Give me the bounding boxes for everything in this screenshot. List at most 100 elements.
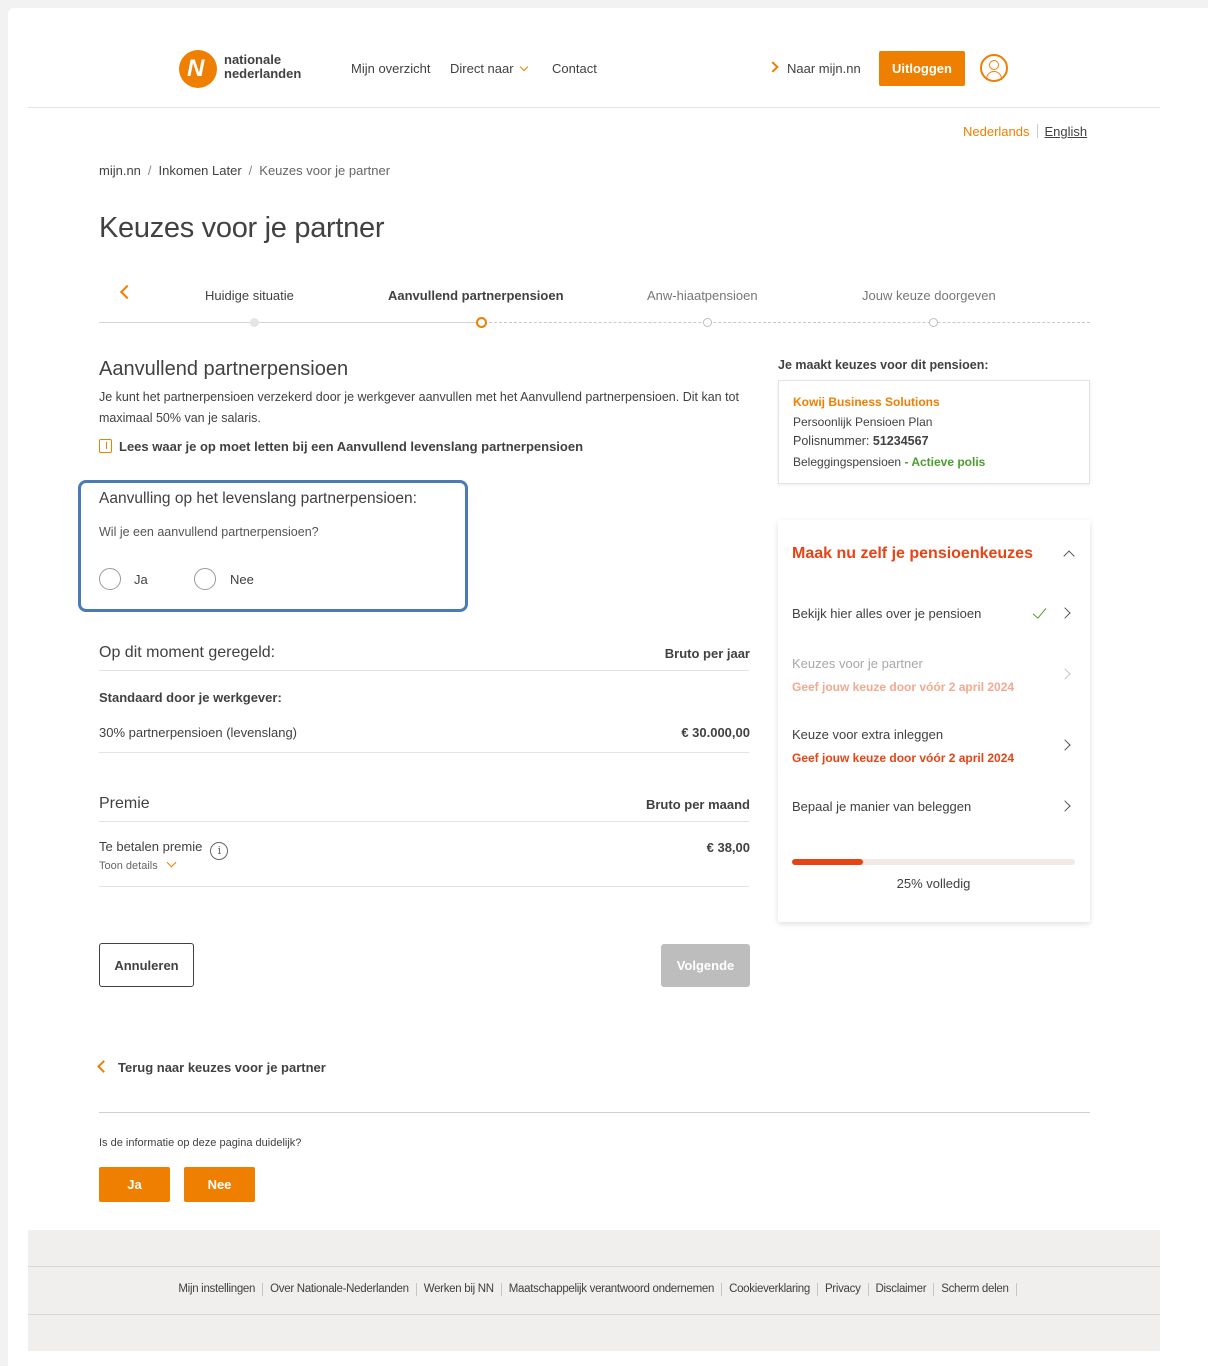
- toon-details-toggle[interactable]: Toon details: [99, 857, 177, 872]
- logo-text[interactable]: nationale nederlanden: [224, 53, 301, 81]
- info-icon[interactable]: i: [210, 842, 229, 860]
- doc-link[interactable]: Lees waar je op moet letten bij een Aanv…: [99, 439, 583, 454]
- premium-row-value: € 38,00: [706, 840, 750, 855]
- footer-link[interactable]: Maatschappelijk verantwoord ondernemen: [502, 1283, 723, 1296]
- question-subtitle: Wil je een aanvullend partnerpensioen?: [99, 525, 319, 539]
- feedback-no-button[interactable]: Nee: [184, 1167, 255, 1202]
- task-manier-beleggen[interactable]: Bepaal je manier van beleggen: [792, 799, 971, 814]
- page-title: Keuzes voor je partner: [99, 212, 385, 244]
- step-dot-next: [703, 318, 712, 327]
- divider: [99, 821, 749, 822]
- policy-number-label: Polisnummer:: [793, 434, 870, 448]
- task-keuzes-partner[interactable]: Keuzes voor je partner: [792, 656, 923, 671]
- footer-link[interactable]: Disclaimer: [869, 1283, 935, 1296]
- feedback-yes-button[interactable]: Ja: [99, 1167, 170, 1202]
- current-column-header: Bruto per jaar: [664, 646, 750, 661]
- premium-column-header: Bruto per maand: [645, 797, 750, 812]
- intro-text: Je kunt het partnerpensioen verzekerd do…: [99, 390, 739, 425]
- divider: [99, 752, 749, 753]
- footer-link[interactable]: Privacy: [818, 1283, 869, 1296]
- progress-bar-fill: [792, 859, 863, 865]
- footer-link[interactable]: Mijn instellingen: [171, 1283, 264, 1296]
- lang-english[interactable]: English: [1045, 124, 1088, 139]
- divider: [99, 670, 749, 671]
- logout-button[interactable]: Uitloggen: [879, 51, 965, 86]
- chevron-left-icon: [97, 1060, 110, 1073]
- step-aanvullend-partnerpensioen: Aanvullend partnerpensioen: [388, 288, 564, 303]
- cancel-button[interactable]: Annuleren: [99, 943, 194, 987]
- nav-direct-naar-label: Direct naar: [450, 61, 514, 76]
- step-dot-current: [476, 317, 487, 328]
- radio-ja-label[interactable]: Ja: [134, 572, 148, 587]
- task-bekijk-pensioen[interactable]: Bekijk hier alles over je pensioen: [792, 606, 981, 621]
- language-switch: Nederlands English: [963, 124, 1087, 139]
- task-keuzes-partner-due: Geef jouw keuze door vóór 2 april 2024: [792, 680, 1015, 694]
- policy-number-row: Polisnummer: 51234567: [793, 434, 929, 448]
- link-naar-mijn-nn[interactable]: Naar mijn.nn: [767, 61, 861, 76]
- step-anw-hiaatpensioen: Anw-hiaatpensioen: [647, 288, 758, 303]
- radio-nee[interactable]: [194, 568, 216, 590]
- feedback-question: Is de informatie op deze pagina duidelij…: [99, 1137, 302, 1149]
- policy-card: Kowij Business Solutions Persoonlijk Pen…: [778, 380, 1090, 484]
- doc-link-label: Lees waar je op moet letten bij een Aanv…: [119, 439, 584, 454]
- lang-nederlands[interactable]: Nederlands: [963, 124, 1030, 139]
- premium-title: Premie: [99, 795, 150, 812]
- divider: [99, 886, 749, 887]
- page: N nationale nederlanden Mijn overzicht D…: [28, 8, 1160, 1366]
- policy-number: 51234567: [872, 434, 929, 448]
- current-subtitle: Standaard door je werkgever:: [99, 690, 282, 705]
- nn-logo-icon[interactable]: N: [179, 50, 217, 88]
- current-title: Op dit moment geregeld:: [99, 644, 276, 661]
- divider: [99, 1112, 1090, 1113]
- stepper-progress-line: [99, 322, 482, 323]
- nav-mijn-overzicht[interactable]: Mijn overzicht: [351, 61, 430, 76]
- footer-link[interactable]: Scherm delen: [934, 1283, 1017, 1296]
- radio-ja[interactable]: [99, 568, 121, 590]
- breadcrumb-inkomen-later[interactable]: Inkomen Later: [159, 163, 242, 178]
- link-naar-mijn-nn-label: Naar mijn.nn: [787, 61, 861, 76]
- footer-link[interactable]: Cookieverklaring: [722, 1283, 818, 1296]
- browser-frame: N nationale nederlanden Mijn overzicht D…: [8, 8, 1208, 1366]
- footer-links: Mijn instellingen Over Nationale-Nederlan…: [28, 1283, 1160, 1296]
- logo-line-1: nationale: [224, 52, 282, 67]
- task-extra-inleggen-due: Geef jouw keuze door vóór 2 april 2024: [792, 751, 1015, 765]
- next-button[interactable]: Volgende: [661, 944, 750, 987]
- footer-link[interactable]: Werken bij NN: [417, 1283, 502, 1296]
- lang-divider: [1036, 124, 1038, 138]
- user-avatar-icon[interactable]: [980, 54, 1008, 82]
- step-dot-done: [250, 318, 259, 327]
- radio-nee-label[interactable]: Nee: [230, 572, 254, 587]
- chevron-right-icon: [767, 61, 779, 73]
- breadcrumb-separator: /: [248, 163, 253, 178]
- policy-company: Kowij Business Solutions: [793, 395, 940, 409]
- policy-type: Beleggingspensioen: [793, 455, 902, 469]
- document-icon: [99, 439, 112, 453]
- policy-plan: Persoonlijk Pensioen Plan: [793, 415, 933, 429]
- breadcrumb-current: Keuzes voor je partner: [259, 163, 391, 178]
- nav-contact[interactable]: Contact: [552, 61, 597, 76]
- current-row-value: € 30.000,00: [681, 725, 750, 740]
- breadcrumb-mijn-nn[interactable]: mijn.nn: [99, 163, 141, 178]
- current-row-label: 30% partnerpensioen (levenslang): [99, 725, 298, 740]
- breadcrumb: mijn.nn / Inkomen Later / Keuzes voor je par…: [99, 163, 390, 178]
- premium-row: Te betalen premie i: [99, 839, 229, 860]
- step-huidige-situatie[interactable]: Huidige situatie: [205, 288, 294, 303]
- policy-status-badge: - Actieve polis: [904, 455, 986, 469]
- card-title: Maak nu zelf je pensioenkeuzes: [792, 545, 1033, 562]
- chevron-down-icon: [519, 62, 528, 72]
- task-extra-inleggen[interactable]: Keuze voor extra inleggen: [792, 727, 943, 742]
- premium-row-label: Te betalen premie: [99, 839, 203, 854]
- logo-line-2: nederlanden: [224, 66, 302, 81]
- step-jouw-keuze-doorgeven: Jouw keuze doorgeven: [862, 288, 996, 303]
- stepper-back-icon[interactable]: [119, 284, 135, 300]
- breadcrumb-separator: /: [147, 163, 152, 178]
- section-heading: Aanvullend partnerpensioen: [99, 358, 349, 380]
- back-link[interactable]: Terug naar keuzes voor je partner: [97, 1060, 326, 1075]
- footer-link[interactable]: Over Nationale-Nederlanden: [263, 1283, 417, 1296]
- chevron-down-icon: [166, 857, 177, 868]
- policy-type-row: Beleggingspensioen - Actieve polis: [793, 455, 985, 469]
- toon-details-label: Toon details: [99, 860, 158, 872]
- nav-direct-naar[interactable]: Direct naar: [450, 61, 528, 76]
- sidebar-heading: Je maakt keuzes voor dit pensioen:: [778, 358, 989, 372]
- back-link-label: Terug naar keuzes voor je partner: [118, 1060, 326, 1075]
